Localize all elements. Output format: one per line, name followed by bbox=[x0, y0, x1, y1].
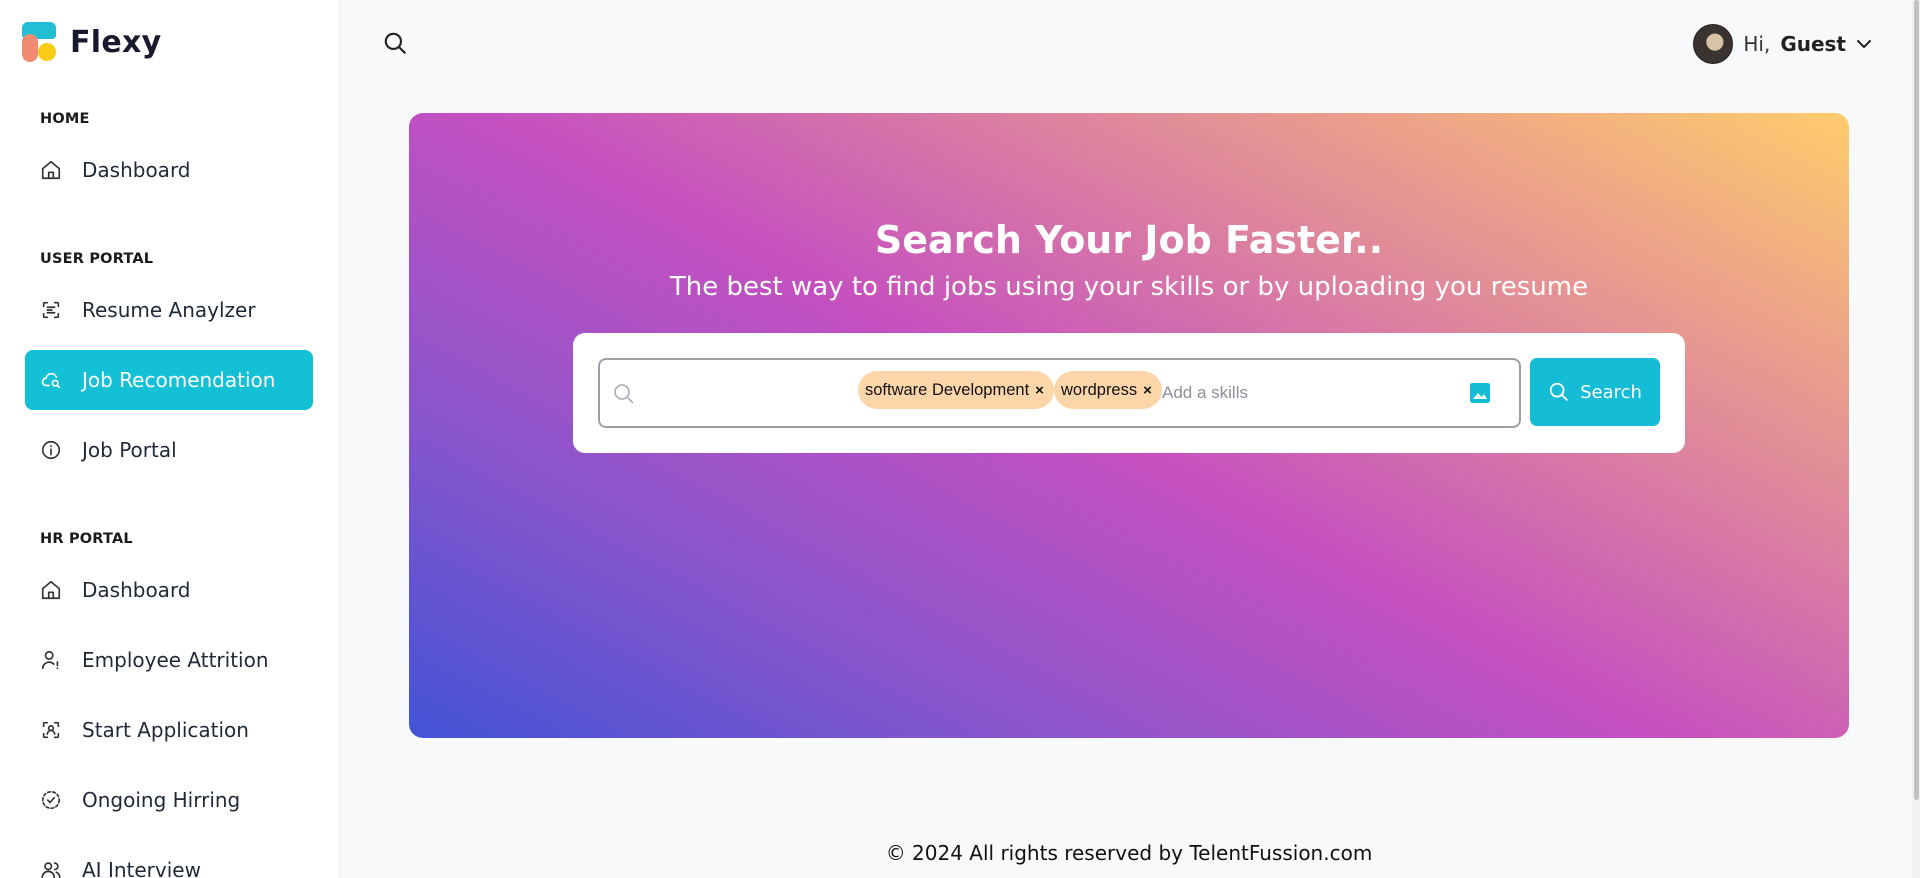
avatar bbox=[1693, 24, 1734, 64]
header-search-icon[interactable] bbox=[382, 30, 408, 56]
brand-name: Flexy bbox=[70, 24, 162, 60]
section-label-home: HOME bbox=[40, 111, 90, 127]
sidebar-item-label: Dashboard bbox=[82, 578, 191, 602]
sidebar-item-hr-dashboard[interactable]: Dashboard bbox=[25, 560, 313, 620]
skill-chip: wordpress × bbox=[1054, 371, 1162, 409]
sidebar-item-ai-interview[interactable]: AI Interview bbox=[25, 840, 313, 878]
hero-title: Search Your Job Faster.. bbox=[874, 218, 1384, 262]
section-label-hr-portal: HR PORTAL bbox=[40, 531, 133, 547]
sidebar: Flexy HOME Dashboard USER PORTAL Resume … bbox=[0, 0, 338, 878]
sidebar-item-resume-analyzer[interactable]: Resume Anaylzer bbox=[25, 280, 313, 340]
sidebar-item-label: Start Application bbox=[82, 718, 249, 742]
sidebar-item-label: Job Recomendation bbox=[82, 368, 276, 392]
scan-user-icon bbox=[40, 719, 62, 741]
hero-banner: Search Your Job Faster.. The best way to… bbox=[409, 113, 1849, 738]
sidebar-item-label: AI Interview bbox=[82, 858, 201, 878]
scrollbar-thumb[interactable] bbox=[1914, 0, 1919, 800]
user-menu[interactable]: Hi, Guest bbox=[1693, 24, 1872, 64]
flexy-logo-icon bbox=[22, 22, 56, 62]
sidebar-item-label: Ongoing Hirring bbox=[82, 788, 241, 812]
sidebar-item-ongoing-hiring[interactable]: Ongoing Hirring bbox=[25, 770, 313, 830]
search-card: software Development × wordpress × Searc… bbox=[573, 333, 1685, 453]
sidebar-item-employee-attrition[interactable]: Employee Attrition bbox=[25, 630, 313, 690]
users-icon bbox=[40, 859, 62, 878]
sidebar-item-job-portal[interactable]: Job Portal bbox=[25, 420, 313, 480]
brand[interactable]: Flexy bbox=[22, 22, 162, 62]
hero-subtitle: The best way to find jobs using your ski… bbox=[669, 272, 1589, 302]
sidebar-item-label: Employee Attrition bbox=[82, 648, 269, 672]
sidebar-item-job-recommendation[interactable]: Job Recomendation bbox=[25, 350, 313, 410]
sidebar-item-home-dashboard[interactable]: Dashboard bbox=[25, 140, 313, 200]
search-button-label: Search bbox=[1580, 381, 1642, 403]
skill-chip-label: wordpress bbox=[1061, 380, 1138, 399]
chevron-down-icon bbox=[1857, 40, 1871, 48]
footer-copyright: © 2024 All rights reserved by TelentFuss… bbox=[885, 841, 1373, 865]
sidebar-item-label: Job Portal bbox=[82, 438, 177, 462]
user-alert-icon bbox=[40, 649, 62, 671]
info-icon bbox=[40, 439, 62, 461]
chip-remove-icon[interactable]: × bbox=[1035, 382, 1044, 399]
home-icon bbox=[40, 579, 62, 601]
skills-search-field[interactable]: software Development × wordpress × bbox=[598, 358, 1521, 428]
cloud-search-icon bbox=[40, 369, 62, 391]
sidebar-item-label: Dashboard bbox=[82, 158, 191, 182]
add-skill-input[interactable] bbox=[1160, 375, 1424, 411]
search-icon bbox=[1549, 382, 1568, 401]
sidebar-item-label: Resume Anaylzer bbox=[82, 298, 256, 322]
user-name: Guest bbox=[1780, 32, 1846, 56]
page-scrollbar[interactable] bbox=[1912, 0, 1920, 878]
scan-text-icon bbox=[40, 299, 62, 321]
search-button[interactable]: Search bbox=[1530, 358, 1660, 426]
greeting-text: Hi, bbox=[1743, 32, 1771, 56]
image-upload-icon[interactable] bbox=[1468, 381, 1492, 405]
search-icon bbox=[614, 384, 634, 404]
section-label-user-portal: USER PORTAL bbox=[40, 251, 154, 267]
skill-chip-label: software Development bbox=[865, 380, 1030, 399]
home-icon bbox=[40, 159, 62, 181]
sidebar-item-start-application[interactable]: Start Application bbox=[25, 700, 313, 760]
chip-remove-icon[interactable]: × bbox=[1143, 382, 1152, 399]
skill-chip: software Development × bbox=[858, 371, 1054, 409]
circle-check-dashed-icon bbox=[40, 789, 62, 811]
